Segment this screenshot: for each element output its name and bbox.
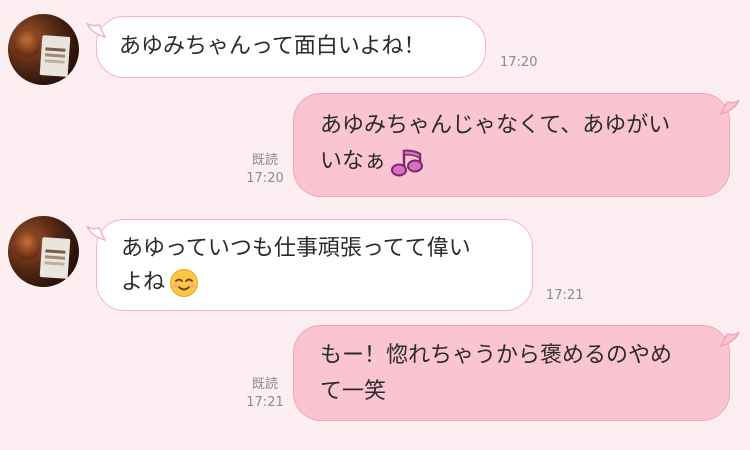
message-bubble-received[interactable]: あゆっていつも仕事頑張ってて偉い よね — [86, 219, 533, 311]
message-time: 17:20 — [246, 171, 284, 186]
avatar[interactable] — [8, 14, 79, 85]
bubble-tail — [86, 23, 107, 39]
message-text-line2: て一笑 — [320, 379, 387, 404]
read-status: 既読 — [251, 377, 278, 392]
read-status: 既読 — [251, 153, 278, 168]
message-text-line1: あゆみちゃんじゃなくて、あゆがい — [320, 113, 671, 138]
avatar[interactable] — [8, 216, 79, 287]
message-text-line1: あゆっていつも仕事頑張ってて偉い — [121, 236, 471, 261]
message-bubble-sent[interactable]: あゆみちゃんじゃなくて、あゆがい いなぁ — [293, 93, 740, 197]
message-time: 17:21 — [546, 288, 584, 303]
read-receipt: 既読 17:21 — [242, 376, 288, 412]
message-time: 17:20 — [500, 55, 538, 70]
bubble-tail — [719, 100, 740, 116]
bubble-tail — [86, 226, 107, 242]
music-note-icon — [391, 149, 424, 177]
message-time: 17:21 — [246, 395, 284, 410]
message-bubble-sent[interactable]: もー！惚れちゃうから褒めるのやめ て一笑 — [293, 325, 740, 421]
read-receipt: 既読 17:20 — [242, 152, 288, 188]
message-text-line1: もー！惚れちゃうから褒めるのやめ — [320, 343, 673, 368]
bubble-tail — [719, 332, 740, 348]
message-bubble-received[interactable]: あゆみちゃんって面白いよね！ — [86, 16, 486, 78]
smiling-face-icon — [170, 269, 199, 297]
message-text-line2: いなぁ — [320, 149, 387, 174]
message-text-line2: よね — [121, 270, 166, 295]
message-text: あゆみちゃんって面白いよね！ — [119, 34, 426, 59]
